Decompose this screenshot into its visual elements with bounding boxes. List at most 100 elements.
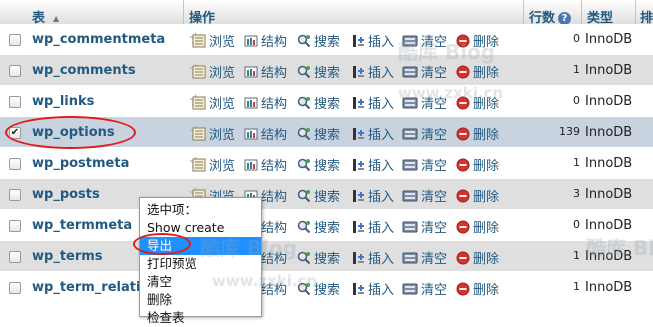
engine-type: InnoDB [585,156,633,171]
table-name-link[interactable]: wp_comments [32,63,178,78]
browse-link[interactable]: 浏览 [192,155,235,176]
drop-label: 删除 [473,66,500,81]
menu-item-empty[interactable]: 清空 [140,273,261,291]
row-checkbox[interactable] [9,220,21,232]
engine-type: InnoDB [585,94,633,109]
empty-link[interactable]: 清空 [402,155,447,176]
insert-icon [351,251,365,269]
search-icon [297,220,311,238]
table-row[interactable]: wp_commentmeta★浏览结构搜索插入清空删除0InnoDB [0,24,653,55]
drop-link[interactable]: 删除 [456,248,499,269]
drop-link[interactable]: 删除 [456,124,499,145]
empty-label: 清空 [421,221,448,236]
table-row[interactable]: wp_postmeta★浏览结构搜索插入清空删除1InnoDB [0,148,653,179]
drop-label: 删除 [473,97,500,112]
search-link[interactable]: 搜索 [297,62,340,83]
insert-link[interactable]: 插入 [351,248,394,269]
insert-link[interactable]: 插入 [351,186,394,207]
insert-link[interactable]: 插入 [351,124,394,145]
search-link[interactable]: 搜索 [297,93,340,114]
empty-label: 清空 [421,35,448,50]
context-menu: 选中项： Show create 导出 打印预览 清空 删除 检查表 [139,197,262,325]
search-link[interactable]: 搜索 [297,124,340,145]
insert-icon [351,189,365,207]
insert-label: 插入 [368,190,395,205]
empty-icon [402,189,418,207]
empty-icon [402,127,418,145]
empty-link[interactable]: 清空 [402,186,447,207]
table-name-link[interactable]: wp_postmeta [32,156,178,171]
row-checkbox[interactable] [9,251,21,263]
browse-link[interactable]: 浏览 [192,62,235,83]
structure-link[interactable]: 结构 [244,93,287,114]
search-link[interactable]: 搜索 [297,279,340,300]
empty-link[interactable]: 清空 [402,279,447,300]
insert-link[interactable]: 插入 [351,279,394,300]
drop-link[interactable]: 删除 [456,93,499,114]
search-link[interactable]: 搜索 [297,186,340,207]
table-name-link[interactable]: wp_links [32,94,178,109]
search-label: 搜索 [314,128,341,143]
table-row[interactable]: wp_termmeta★浏览结构搜索插入清空删除0InnoDB [0,210,653,241]
drop-icon [456,96,470,114]
row-checkbox[interactable] [9,65,21,77]
row-count: 1 [573,156,580,169]
row-checkbox[interactable] [9,158,21,170]
browse-link[interactable]: 浏览 [192,31,235,52]
table-row[interactable]: wp_comments★浏览结构搜索插入清空删除1InnoDB [0,55,653,86]
structure-label: 结构 [261,35,288,50]
empty-link[interactable]: 清空 [402,217,447,238]
browse-icon [192,158,206,176]
menu-item-drop[interactable]: 删除 [140,291,261,309]
table-row[interactable]: wp_posts★浏览结构搜索插入清空删除3InnoDB [0,179,653,210]
row-count: 1 [573,249,580,262]
search-link[interactable]: 搜索 [297,248,340,269]
row-checkbox[interactable] [9,189,21,201]
search-link[interactable]: 搜索 [297,217,340,238]
engine-type: InnoDB [585,218,633,233]
table-row[interactable]: wp_links★浏览结构搜索插入清空删除0InnoDB [0,86,653,117]
table-name-link[interactable]: wp_commentmeta [32,32,178,47]
table-row[interactable]: wp_term_relationships★浏览结构搜索插入清空删除1InnoD… [0,272,653,303]
row-checkbox[interactable] [9,34,21,46]
drop-icon [456,220,470,238]
empty-link[interactable]: 清空 [402,124,447,145]
empty-link[interactable]: 清空 [402,62,447,83]
drop-link[interactable]: 删除 [456,279,499,300]
menu-item-check-table[interactable]: 检查表 [140,309,261,327]
insert-link[interactable]: 插入 [351,217,394,238]
menu-item-print-preview[interactable]: 打印预览 [140,255,261,273]
drop-link[interactable]: 删除 [456,31,499,52]
structure-label: 结构 [261,97,288,112]
structure-link[interactable]: 结构 [244,124,287,145]
drop-link[interactable]: 删除 [456,62,499,83]
search-link[interactable]: 搜索 [297,31,340,52]
empty-icon [402,96,418,114]
browse-link[interactable]: 浏览 [192,124,235,145]
drop-link[interactable]: 删除 [456,217,499,238]
structure-link[interactable]: 结构 [244,62,287,83]
drop-link[interactable]: 删除 [456,186,499,207]
table-row[interactable]: wp_terms★浏览结构搜索插入清空删除1InnoDB [0,241,653,272]
row-count: 0 [573,94,580,107]
drop-link[interactable]: 删除 [456,155,499,176]
row-count: 0 [573,32,580,45]
search-link[interactable]: 搜索 [297,155,340,176]
empty-icon [402,282,418,300]
insert-link[interactable]: 插入 [351,62,394,83]
insert-link[interactable]: 插入 [351,93,394,114]
empty-link[interactable]: 清空 [402,31,447,52]
structure-label: 结构 [261,190,288,205]
insert-label: 插入 [368,97,395,112]
empty-link[interactable]: 清空 [402,93,447,114]
browse-link[interactable]: 浏览 [192,93,235,114]
row-checkbox[interactable] [9,96,21,108]
structure-icon [244,34,258,52]
insert-link[interactable]: 插入 [351,31,394,52]
empty-link[interactable]: 清空 [402,248,447,269]
structure-link[interactable]: 结构 [244,155,287,176]
row-checkbox[interactable] [9,282,21,294]
insert-link[interactable]: 插入 [351,155,394,176]
menu-item-with-selected: 选中项： [147,202,198,217]
structure-link[interactable]: 结构 [244,31,287,52]
